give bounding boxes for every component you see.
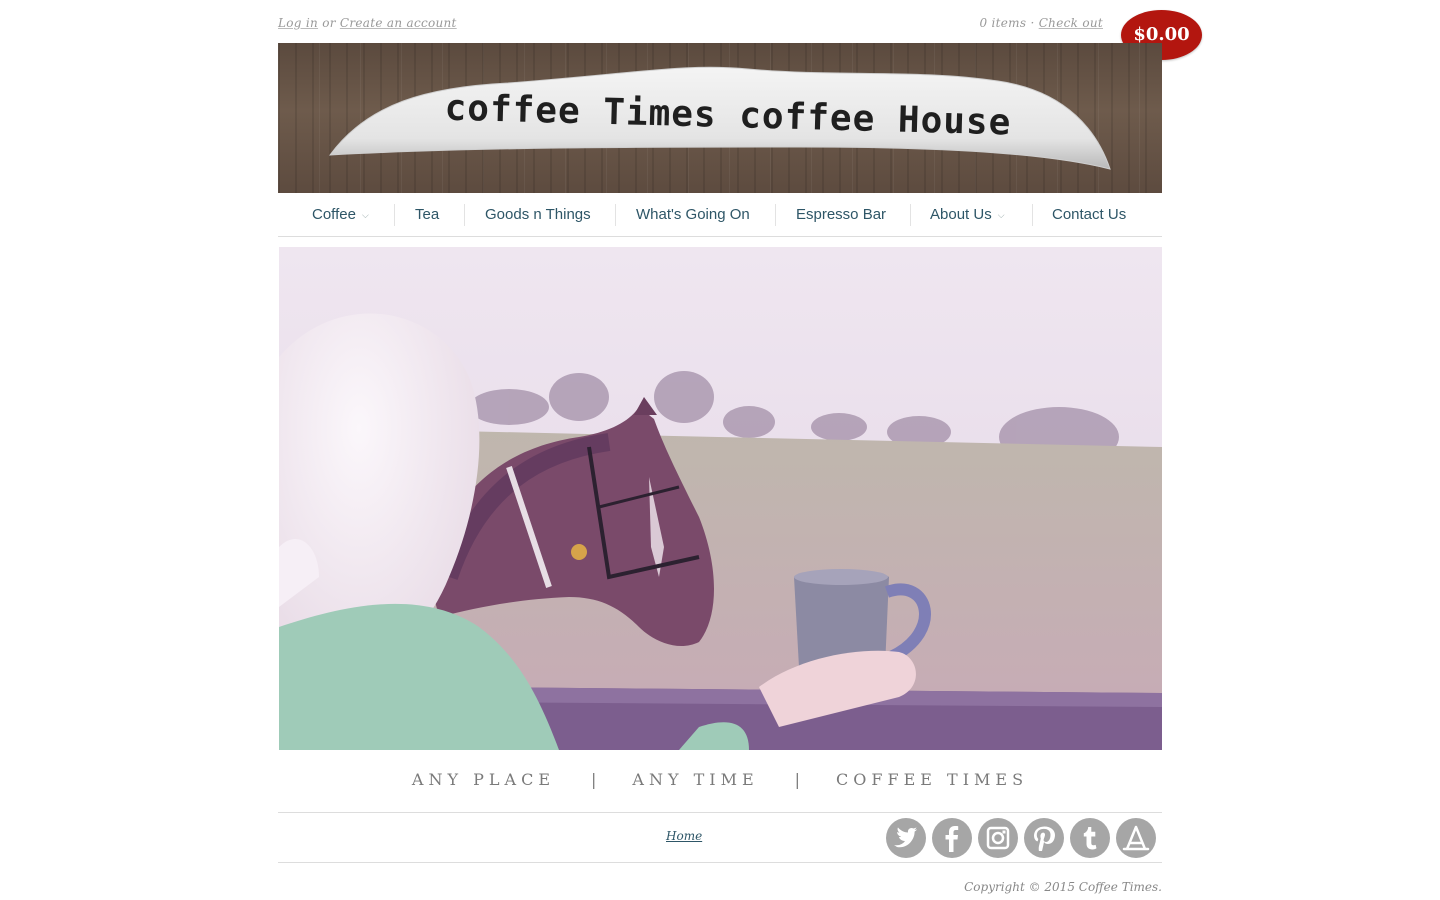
pinterest-icon[interactable] bbox=[1024, 818, 1064, 858]
hero-photo-horse-and-mug bbox=[279, 247, 1162, 750]
app-store-icon[interactable] bbox=[1116, 818, 1156, 858]
nav-item-espresso-bar[interactable]: Espresso Bar bbox=[796, 193, 886, 237]
cart-links: 0 items · Check out bbox=[979, 16, 1103, 30]
main-navigation: Coffee ⌵ Tea Goods n Things What's Going … bbox=[278, 193, 1162, 237]
nav-item-about-us[interactable]: About Us ⌵ bbox=[930, 193, 1005, 237]
footer: Home bbox=[278, 812, 1162, 863]
footer-home-link[interactable]: Home bbox=[666, 829, 702, 843]
dot-separator: · bbox=[1030, 16, 1035, 30]
twitter-icon[interactable] bbox=[886, 818, 926, 858]
chevron-down-icon: ⌵ bbox=[361, 210, 369, 220]
or-text: or bbox=[322, 16, 336, 30]
nav-divider bbox=[775, 204, 776, 226]
tagline: ANY PLACE | ANY TIME | COFFEE TIMES bbox=[278, 770, 1162, 794]
nav-divider bbox=[910, 204, 911, 226]
hero-image bbox=[279, 247, 1162, 750]
nav-item-label: Coffee bbox=[312, 206, 356, 223]
nav-divider bbox=[1032, 204, 1033, 226]
nav-item-contact-us[interactable]: Contact Us bbox=[1052, 193, 1126, 237]
create-account-link[interactable]: Create an account bbox=[340, 16, 457, 30]
tagline-separator: | bbox=[794, 770, 801, 789]
facebook-icon[interactable] bbox=[932, 818, 972, 858]
copyright-text: Copyright © 2015 Coffee Times. bbox=[964, 880, 1162, 894]
chevron-down-icon: ⌵ bbox=[997, 210, 1005, 220]
nav-item-coffee[interactable]: Coffee ⌵ bbox=[312, 193, 369, 237]
tumblr-icon[interactable] bbox=[1070, 818, 1110, 858]
nav-item-label: About Us bbox=[930, 206, 992, 223]
tagline-part: ANY TIME bbox=[632, 770, 759, 789]
nav-item-label: Tea bbox=[415, 206, 440, 223]
tagline-part: COFFEE TIMES bbox=[836, 770, 1029, 789]
site-banner[interactable]: coffee Times coffee House bbox=[278, 43, 1162, 193]
cart-item-count: 0 items bbox=[979, 16, 1027, 30]
nav-divider bbox=[394, 204, 395, 226]
top-bar: Log in or Create an account 0 items · Ch… bbox=[278, 14, 1162, 34]
account-links: Log in or Create an account bbox=[278, 16, 457, 30]
nav-divider bbox=[464, 204, 465, 226]
nav-divider bbox=[615, 204, 616, 226]
tagline-part: ANY PLACE bbox=[411, 770, 555, 789]
nav-item-label: What's Going On bbox=[636, 206, 750, 223]
nav-item-tea[interactable]: Tea bbox=[415, 193, 439, 237]
nav-item-whats-going-on[interactable]: What's Going On bbox=[636, 193, 750, 237]
nav-item-label: Contact Us bbox=[1052, 206, 1127, 223]
nav-item-label: Goods n Things bbox=[485, 206, 591, 223]
tagline-separator: | bbox=[591, 770, 597, 789]
instagram-icon[interactable] bbox=[978, 818, 1018, 858]
checkout-link[interactable]: Check out bbox=[1039, 16, 1103, 30]
nav-item-goods-n-things[interactable]: Goods n Things bbox=[485, 193, 591, 237]
nav-item-label: Espresso Bar bbox=[796, 206, 887, 223]
login-link[interactable]: Log in bbox=[278, 16, 318, 30]
